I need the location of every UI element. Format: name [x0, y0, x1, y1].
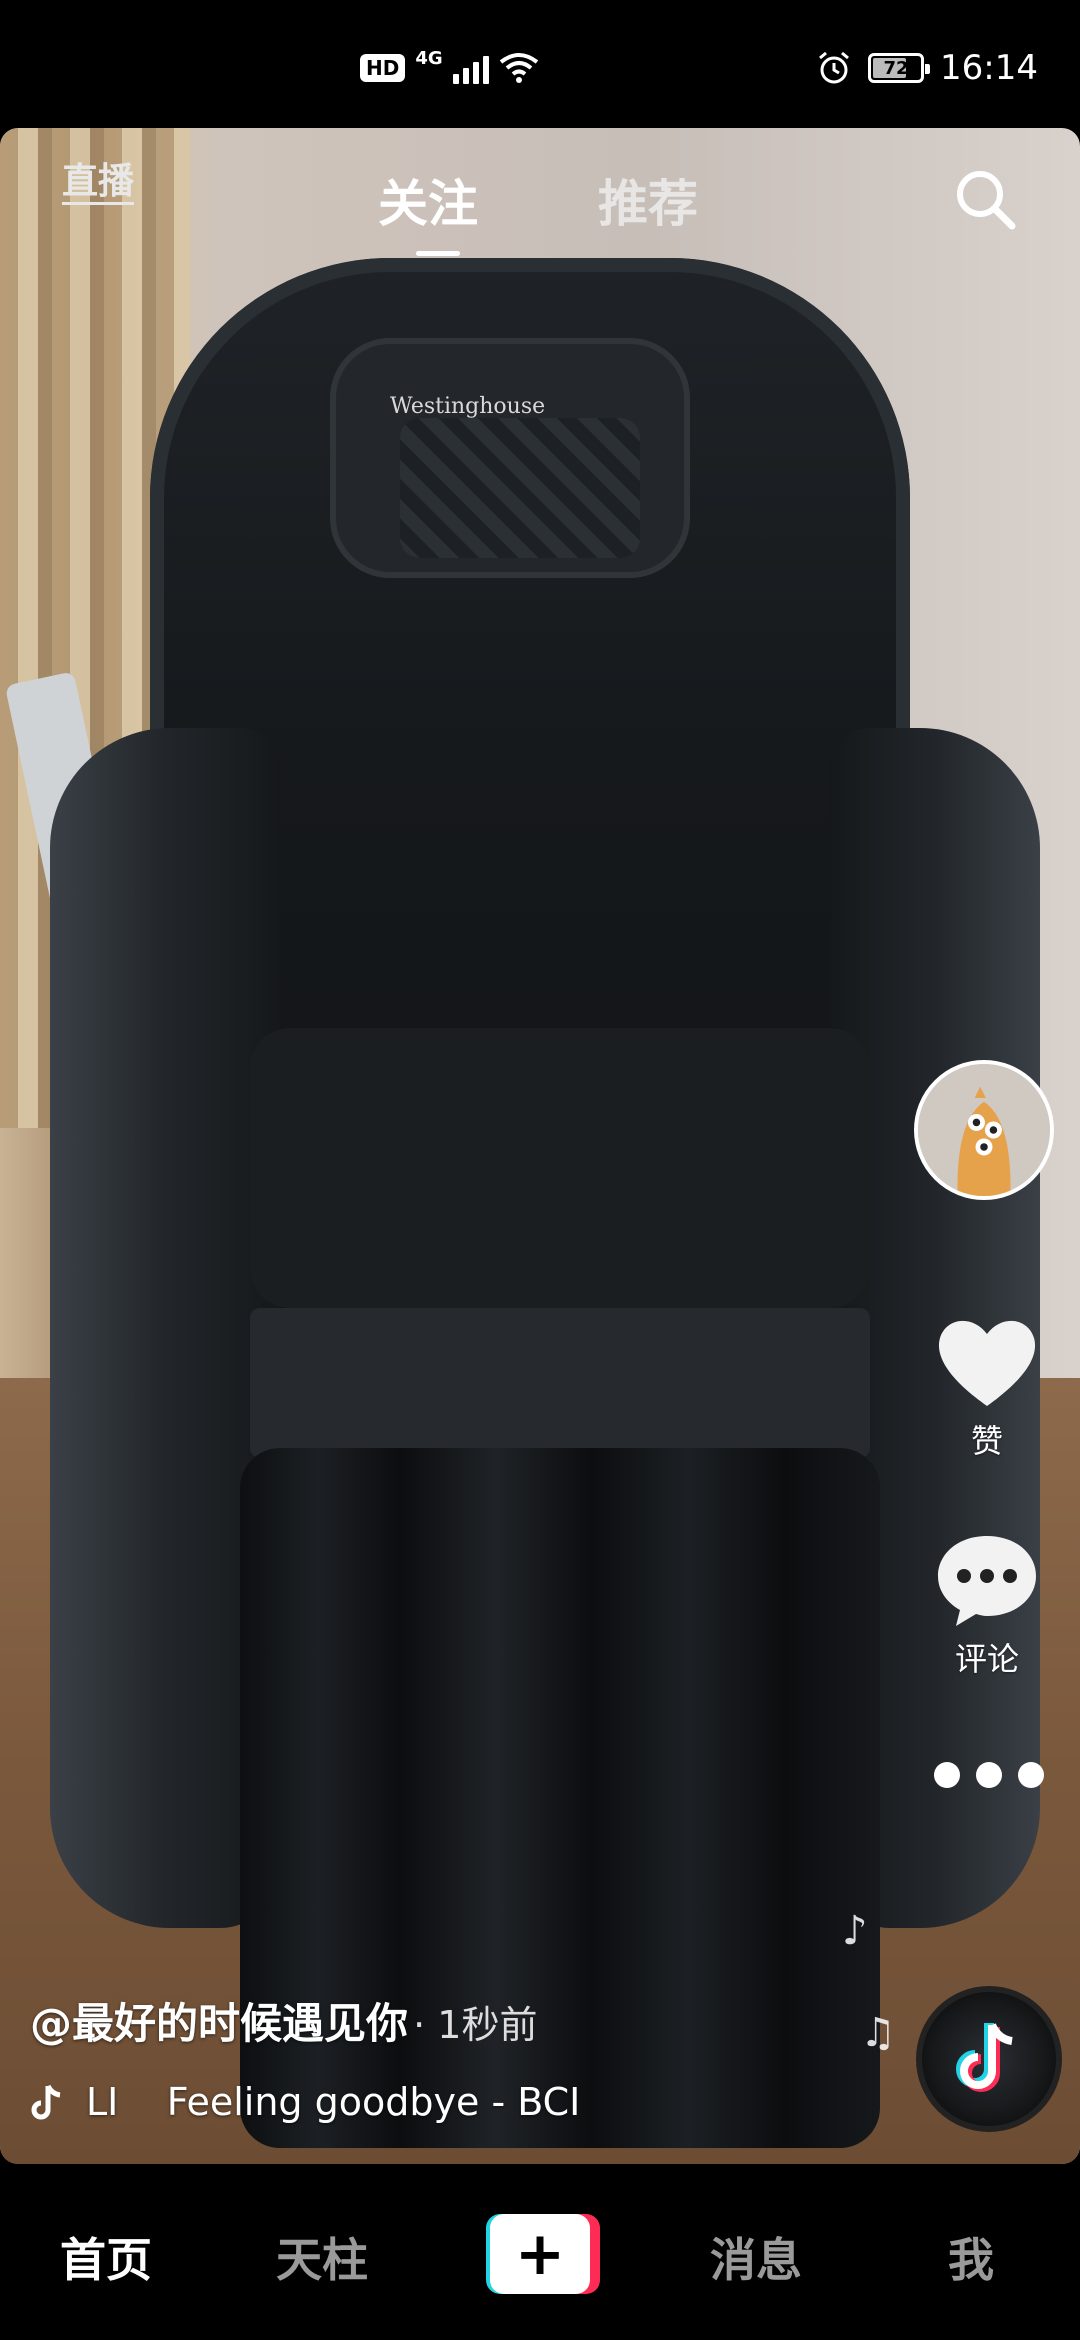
battery-icon: 72: [868, 53, 931, 83]
battery-level: 72: [883, 57, 909, 79]
music-info[interactable]: LI Feeling goodbye - BCI: [30, 2080, 580, 2124]
tab-recommend[interactable]: 推荐: [598, 164, 698, 236]
signal-icon: [452, 52, 489, 84]
avatar-character-icon: [918, 1064, 1050, 1196]
video-caption: @最好的时候遇见你 · 1秒前: [30, 1990, 890, 2051]
live-label: 直播: [62, 162, 135, 205]
network-type: 4G: [415, 47, 443, 69]
status-bar: HD 4G 72 16:14: [0, 0, 1080, 128]
tab-follow[interactable]: 关注: [378, 164, 478, 256]
music-title: LI Feeling goodbye - BCI: [86, 2080, 581, 2124]
more-button[interactable]: [934, 1760, 1044, 1790]
create-post-button[interactable]: +: [480, 2214, 600, 2294]
dot-icon: [1018, 1762, 1044, 1788]
headrest-quilting: [400, 418, 640, 558]
like-button[interactable]: 赞: [932, 1312, 1042, 1462]
hd-badge: HD: [360, 54, 406, 82]
comment-label: 评论: [954, 1640, 1019, 1678]
comment-icon: [938, 1536, 1036, 1626]
clock: 16:14: [940, 48, 1038, 88]
alarm-icon: [819, 51, 849, 84]
brand-logo: Westinghouse: [390, 394, 546, 419]
heart-icon: [938, 1320, 1036, 1406]
bottom-nav: 首页 天柱 + 消息 我: [0, 2164, 1080, 2340]
wifi-icon: [499, 53, 538, 83]
nav-messages[interactable]: 消息: [710, 2224, 802, 2290]
author-avatar[interactable]: [914, 1060, 1054, 1200]
massage-chair-seat: [250, 1028, 870, 1308]
search-icon[interactable]: [950, 164, 1020, 234]
massage-chair-seat-band: [250, 1308, 870, 1458]
status-left: HD 4G: [360, 48, 539, 84]
floating-note-icon: ♪: [842, 1908, 868, 1954]
nav-home[interactable]: 首页: [60, 2224, 152, 2290]
like-label: 赞: [970, 1422, 1003, 1460]
comment-button[interactable]: 评论: [932, 1530, 1042, 1680]
plus-icon: +: [490, 2214, 590, 2294]
dot-icon: [976, 1762, 1002, 1788]
nav-tianzhu[interactable]: 天柱: [276, 2224, 368, 2290]
post-time: · 1秒前: [413, 2003, 538, 2047]
dot-icon: [934, 1762, 960, 1788]
live-button[interactable]: 直播: [62, 162, 135, 205]
tiktok-logo-icon: [956, 2023, 1013, 2092]
author-name[interactable]: @最好的时候遇见你: [30, 1999, 408, 2048]
music-disc-button[interactable]: [916, 1986, 1062, 2132]
top-tabs: 直播 关注 推荐: [0, 128, 1080, 256]
status-right: 72 16:14: [816, 48, 1038, 88]
nav-me[interactable]: 我: [948, 2224, 994, 2290]
music-note-icon: [31, 2084, 61, 2120]
